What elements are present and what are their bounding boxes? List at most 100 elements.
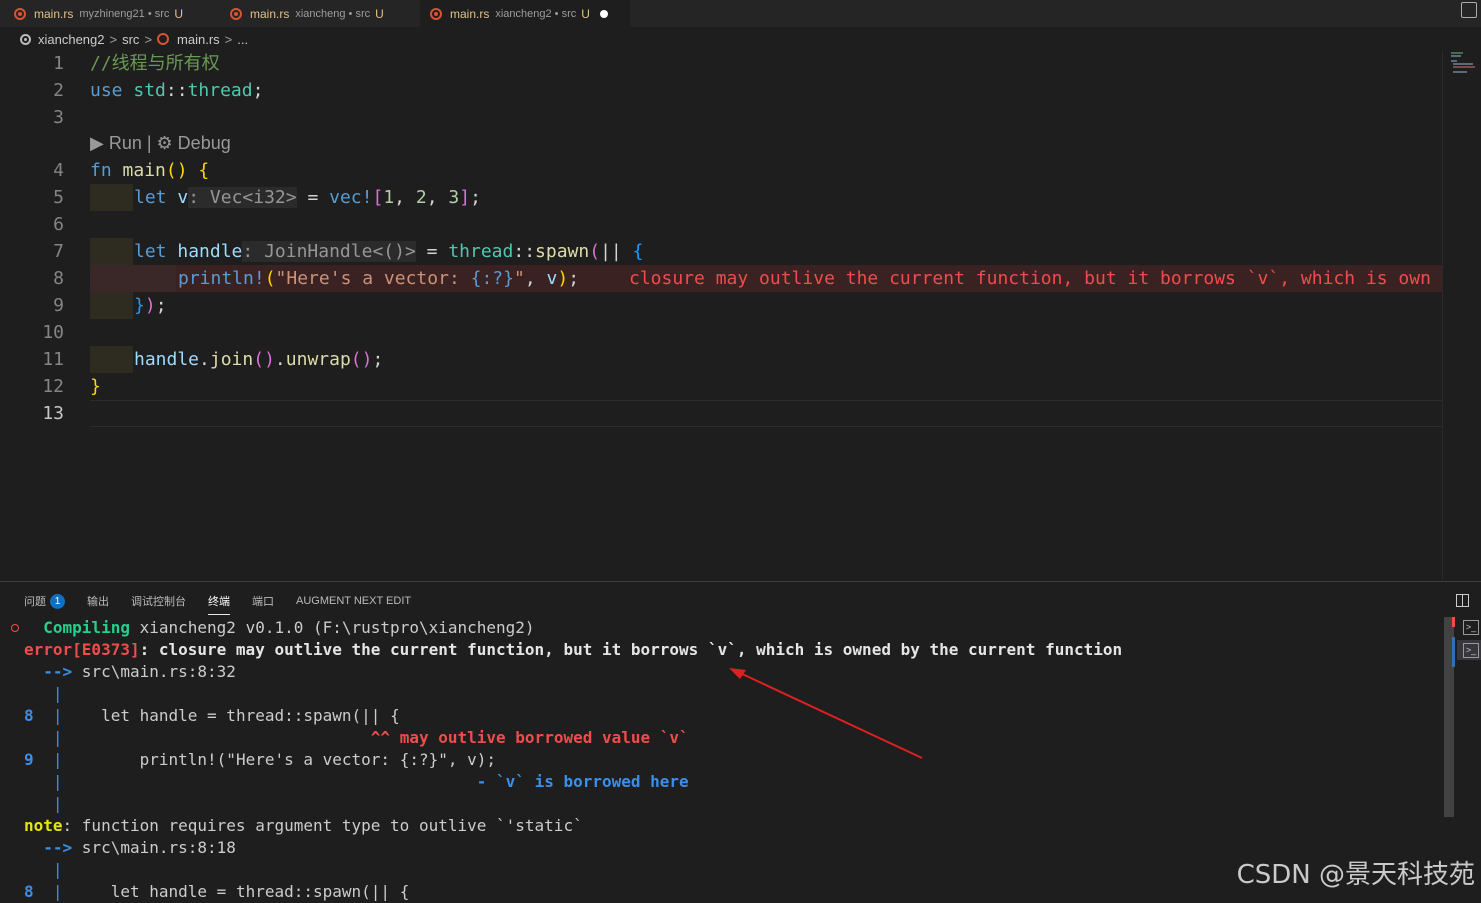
breadcrumb-src[interactable]: src (122, 32, 139, 47)
line-number: 1 (53, 53, 64, 74)
minimap-line (1451, 60, 1457, 62)
code-line-12: 12 } (0, 373, 1442, 400)
minimap-line (1453, 66, 1475, 68)
indent-guide (90, 265, 176, 292)
scrollbar-error-marker (1452, 617, 1455, 627)
current-line-highlight (90, 400, 1442, 427)
rust-file-icon (157, 33, 170, 45)
code-text: use std::thread; (90, 80, 264, 101)
code-line-6: 6 (0, 211, 1442, 238)
folder-target-icon (20, 33, 31, 45)
breadcrumb-separator: > (224, 31, 233, 47)
terminal-instance-icon[interactable]: >_ (1463, 620, 1479, 635)
breadcrumb: xiancheng2 > src > main.rs > ... (20, 29, 248, 49)
terminal-line: 8 | let handle = thread::spawn(|| { (24, 882, 410, 901)
code-line-11: 11 handle.join().unwrap(); (0, 346, 1442, 373)
code-line-3: 3 (0, 104, 1442, 131)
indent-guide (90, 184, 133, 211)
tab-main-rs-xiancheng2[interactable]: main.rs xiancheng2 • src U (420, 0, 630, 27)
breadcrumb-separator: > (144, 31, 153, 47)
tab-main-rs-myzhineng21[interactable]: main.rs myzhineng21 • src U (14, 0, 214, 27)
rust-file-icon (230, 7, 242, 20)
tab-filename: main.rs (34, 6, 74, 21)
tab-terminal[interactable]: 终端 (208, 593, 230, 615)
minimap-line (1451, 55, 1461, 57)
line-number: 11 (42, 349, 64, 370)
code-text: println!("Here's a vector: {:?}", v); (178, 268, 580, 289)
line-number: 6 (53, 214, 64, 235)
code-line-2: 2 use std::thread; (0, 77, 1442, 104)
line-number: 9 (53, 295, 64, 316)
breadcrumb-symbol[interactable]: ... (237, 32, 248, 47)
code-line-4: 4 fn main() { (0, 157, 1442, 184)
minimap-line (1453, 71, 1467, 73)
line-number: 4 (53, 160, 64, 181)
panel-tab-bar: 问题 1 输出 调试控制台 终端 端口 AUGMENT NEXT EDIT (24, 592, 433, 615)
problems-count-badge: 1 (50, 593, 65, 609)
tab-main-rs-xiancheng[interactable]: main.rs xiancheng • src U (230, 0, 420, 27)
minimap-line (1453, 63, 1473, 65)
terminal-line: | (52, 794, 63, 813)
code-line-1: 1 //线程与所有权 (0, 50, 1442, 77)
code-line-7: 7 let handle: JoinHandle<()> = thread::s… (0, 238, 1442, 265)
code-line-10: 10 (0, 319, 1442, 346)
indent-guide (90, 292, 133, 319)
tab-description: xiancheng2 • src (495, 7, 577, 20)
breadcrumb-separator: > (109, 31, 118, 47)
code-line-13: 13 (0, 400, 1442, 427)
terminal-line: --> src\main.rs:8:18 (43, 838, 236, 857)
terminal-line: error[E0373]: closure may outlive the cu… (24, 640, 1123, 659)
code-text: let handle: JoinHandle<()> = thread::spa… (134, 241, 644, 262)
line-number: 2 (53, 80, 64, 101)
minimap[interactable] (1442, 50, 1481, 580)
tab-output[interactable]: 输出 (87, 593, 109, 609)
tab-filename: main.rs (250, 6, 290, 21)
git-untracked-badge: U (581, 6, 590, 21)
split-panel-icon[interactable] (1456, 594, 1469, 607)
breadcrumb-file[interactable]: main.rs (177, 32, 220, 47)
tab-debug-console[interactable]: 调试控制台 (131, 593, 186, 609)
terminal-line: | - `v` is borrowed here (52, 772, 689, 791)
inline-error-message[interactable]: closure may outlive the current function… (629, 265, 1431, 292)
git-untracked-badge: U (174, 6, 184, 21)
editor-layout-icon[interactable] (1461, 2, 1477, 18)
unsaved-dot-icon[interactable] (599, 9, 608, 18)
line-number: 13 (42, 403, 64, 424)
line-number: 5 (53, 187, 64, 208)
watermark: CSDN @景天科技苑 (1236, 860, 1475, 890)
line-number: 7 (53, 241, 64, 262)
code-line-9: 9 }); (0, 292, 1442, 319)
tab-problems[interactable]: 问题 1 (24, 593, 65, 609)
terminal-line: 8 | let handle = thread::spawn(|| { (24, 706, 400, 725)
terminal-line: Compiling xiancheng2 v0.1.0 (F:\rustpro\… (43, 618, 535, 637)
breadcrumb-folder[interactable]: xiancheng2 (38, 32, 105, 47)
error-decoration-icon[interactable] (11, 624, 19, 632)
line-number: 8 (53, 268, 64, 289)
line-number: 12 (42, 376, 64, 397)
terminal-line: 9 | println!("Here's a vector: {:?}", v)… (24, 750, 497, 769)
inlay-type-hint: Vec<i32> (209, 187, 297, 208)
scrollbar-info-marker (1452, 637, 1455, 667)
indent-guide (90, 346, 133, 373)
tab-augment-next-edit[interactable]: AUGMENT NEXT EDIT (296, 595, 411, 607)
code-text: fn main() { (90, 160, 210, 181)
code-line-5: 5 let v: Vec<i32> = vec![1, 2, 3]; (0, 184, 1442, 211)
tab-description: xiancheng • src (295, 7, 371, 20)
rust-file-icon (430, 7, 442, 20)
git-untracked-badge: U (375, 6, 384, 21)
tab-filename: main.rs (450, 6, 490, 21)
terminal-line: note: function requires argument type to… (24, 816, 583, 835)
code-text: handle.join().unwrap(); (134, 349, 384, 370)
code-editor[interactable]: 1 //线程与所有权 2 use std::thread; 3 ▶ Run | … (0, 50, 1442, 580)
terminal-instance-icon[interactable]: >_ (1463, 643, 1479, 658)
terminal-line: | (52, 860, 63, 879)
tab-ports[interactable]: 端口 (252, 593, 274, 609)
terminal-line: --> src\main.rs:8:32 (43, 662, 236, 681)
run-debug-codelens[interactable]: ▶ Run | ⚙ Debug (90, 130, 231, 157)
line-number: 3 (53, 107, 64, 128)
line-number: 10 (42, 322, 64, 343)
comment: //线程与所有权 (90, 53, 220, 74)
code-text: } (90, 376, 101, 397)
code-text: let v: Vec<i32> = vec![1, 2, 3]; (134, 187, 481, 208)
tab-description: myzhineng21 • src (79, 7, 170, 20)
